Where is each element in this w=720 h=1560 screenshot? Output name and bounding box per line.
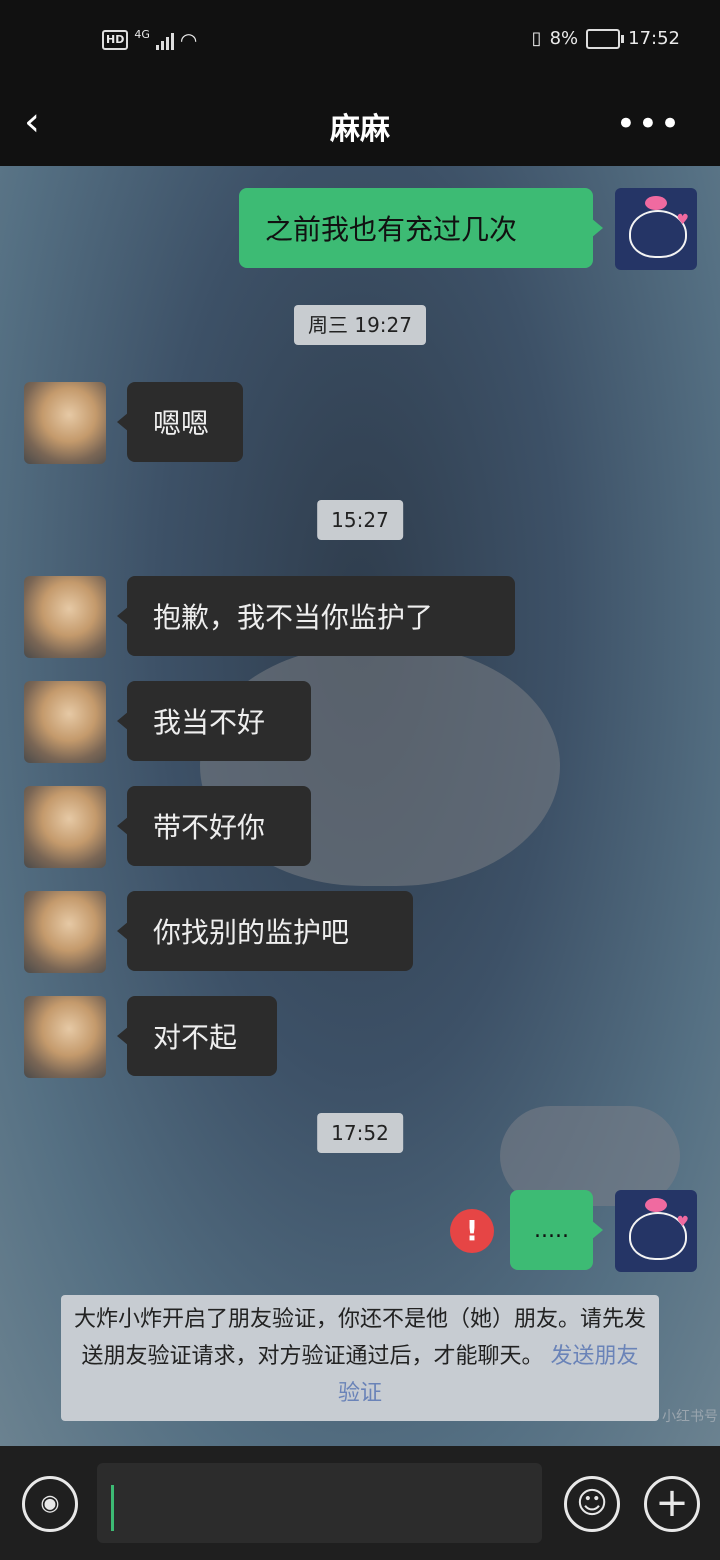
hd-badge: HD	[102, 30, 129, 50]
more-functions-button[interactable]: +	[644, 1476, 700, 1532]
vibrate-icon: ▯	[531, 28, 542, 49]
more-options-button[interactable]: •••	[616, 104, 682, 144]
status-bar: HD 4G ◠ ▯ 8% 17:52	[0, 0, 720, 84]
emoji-button[interactable]: ☺	[564, 1476, 620, 1532]
contact-avatar[interactable]	[24, 681, 106, 763]
bow-icon	[645, 196, 667, 210]
friend-verification-notice: 大炸小炸开启了朋友验证，你还不是他（她）朋友。请先发送朋友验证请求，对方验证通过…	[61, 1295, 659, 1421]
heart-icon: ♥	[676, 1214, 689, 1230]
voice-icon: ◉	[40, 1491, 60, 1516]
voice-input-button[interactable]: ◉	[22, 1476, 78, 1532]
contact-avatar[interactable]	[24, 382, 106, 464]
outgoing-message[interactable]: .....	[510, 1190, 603, 1270]
input-bar: ◉ ☺ +	[0, 1446, 720, 1560]
chat-area[interactable]: 之前我也有充过几次 ♥ 周三 19:27 嗯嗯 15:27 抱歉，我不当你监护了…	[0, 166, 720, 1446]
incoming-message[interactable]: 抱歉，我不当你监护了	[117, 576, 515, 656]
bow-icon	[645, 1198, 667, 1212]
contact-avatar[interactable]	[24, 996, 106, 1078]
chat-header: ‹ 麻麻 •••	[0, 84, 720, 166]
heart-icon: ♥	[676, 212, 689, 228]
message-input[interactable]	[97, 1463, 542, 1543]
contact-avatar[interactable]	[24, 891, 106, 973]
wifi-icon: ◠	[179, 28, 198, 52]
emoji-icon: ☺	[576, 1486, 608, 1521]
incoming-message[interactable]: 对不起	[117, 996, 277, 1076]
contact-avatar[interactable]	[24, 786, 106, 868]
timestamp: 15:27	[317, 500, 403, 540]
status-right: ▯ 8% 17:52	[532, 28, 680, 49]
outgoing-message[interactable]: 之前我也有充过几次	[239, 188, 603, 268]
battery-charging-icon	[586, 28, 625, 49]
network-type: 4G	[134, 28, 150, 41]
my-avatar[interactable]: ♥	[615, 188, 697, 270]
signal-icon	[155, 30, 174, 50]
battery-percent: 8%	[549, 28, 579, 49]
my-avatar[interactable]: ♥	[615, 1190, 697, 1272]
text-cursor	[111, 1485, 114, 1531]
timestamp: 17:52	[317, 1113, 403, 1153]
send-failed-icon[interactable]: !	[450, 1209, 494, 1253]
incoming-message[interactable]: 你找别的监护吧	[117, 891, 413, 971]
watermark: 小红书号	[662, 1409, 718, 1425]
status-left: HD 4G ◠	[102, 28, 197, 52]
contact-avatar[interactable]	[24, 576, 106, 658]
more-icon: •••	[615, 104, 682, 144]
status-time: 17:52	[628, 28, 680, 49]
incoming-message[interactable]: 带不好你	[117, 786, 311, 866]
timestamp: 周三 19:27	[294, 305, 426, 345]
plus-icon: +	[655, 1480, 689, 1526]
chat-title: 麻麻	[330, 112, 390, 147]
incoming-message[interactable]: 嗯嗯	[117, 382, 243, 462]
incoming-message[interactable]: 我当不好	[117, 681, 311, 761]
